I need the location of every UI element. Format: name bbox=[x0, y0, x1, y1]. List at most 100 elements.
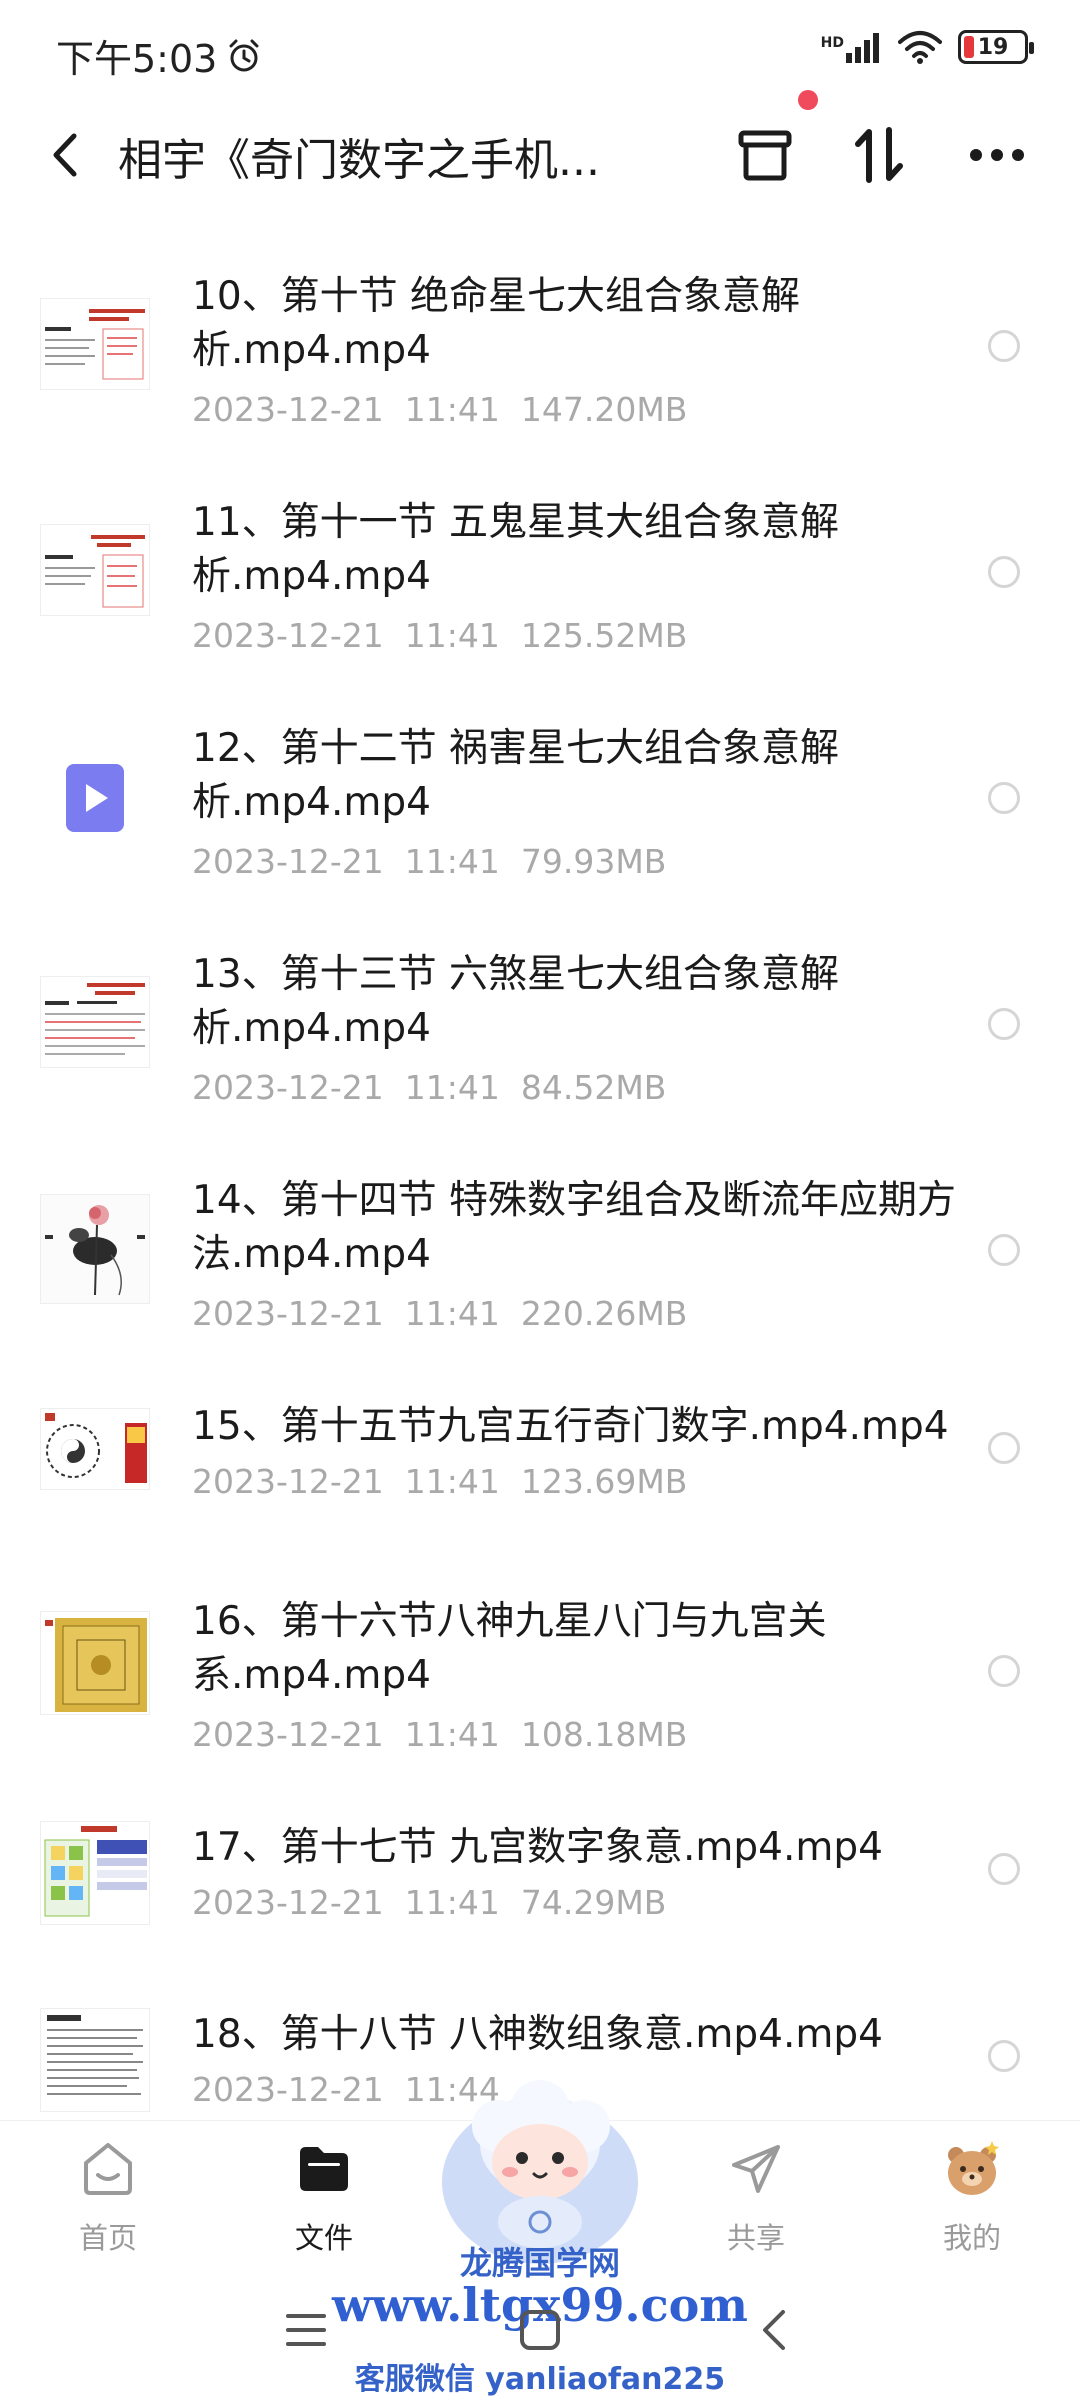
file-date: 2023-12-21 bbox=[192, 2070, 384, 2109]
file-name: 13、第十三节 六煞星七大组合象意解析.mp4.mp4 bbox=[192, 952, 840, 1051]
file-time: 11:41 bbox=[404, 1294, 500, 1333]
file-size: 74.29MB bbox=[520, 1883, 667, 1922]
file-time: 11:41 bbox=[404, 1715, 500, 1754]
file-size: 220.26MB bbox=[520, 1294, 688, 1333]
status-time: 下午5:03 bbox=[56, 37, 218, 81]
select-radio[interactable] bbox=[988, 1008, 1020, 1040]
file-thumbnail bbox=[64, 762, 126, 834]
file-size: 108.18MB bbox=[520, 1715, 688, 1754]
back-chevron-icon bbox=[763, 2310, 785, 2350]
page-title: 相宇《奇门数字之手机... bbox=[118, 135, 600, 186]
back-arrow-icon bbox=[53, 133, 77, 177]
more-options-button[interactable] bbox=[960, 118, 1034, 192]
gold-chart-icon bbox=[41, 1612, 149, 1714]
file-thumbnail bbox=[40, 1611, 150, 1715]
file-time: 11:41 bbox=[404, 1068, 500, 1107]
file-meta: 2023-12-21 11:41 79.93MB bbox=[192, 842, 666, 881]
list-item[interactable]: 11、第十一节 五鬼星其大组合象意解析.mp4.mp4 2023-12-21 1… bbox=[0, 496, 1080, 696]
file-date: 2023-12-21 bbox=[192, 1068, 384, 1107]
file-meta: 2023-12-21 11:41 220.26MB bbox=[192, 1294, 687, 1333]
file-size: 123.69MB bbox=[520, 1462, 688, 1501]
file-date: 2023-12-21 bbox=[192, 390, 384, 429]
grid-chart-icon bbox=[41, 1822, 149, 1924]
lotus-painting-icon bbox=[41, 1195, 149, 1303]
file-date: 2023-12-21 bbox=[192, 1715, 384, 1754]
list-item[interactable]: 12、第十二节 祸害星七大组合象意解析.mp4.mp4 2023-12-21 1… bbox=[0, 722, 1080, 922]
file-name: 12、第十二节 祸害星七大组合象意解析.mp4.mp4 bbox=[192, 726, 840, 825]
list-item[interactable]: 15、第十五节九宫五行奇门数字.mp4.mp4 2023-12-21 11:41… bbox=[0, 1400, 1080, 1550]
sort-arrows-icon bbox=[855, 127, 903, 183]
file-meta: 2023-12-21 11:41 147.20MB bbox=[192, 390, 687, 429]
file-name: 15、第十五节九宫五行奇门数字.mp4.mp4 bbox=[192, 1404, 949, 1449]
select-radio[interactable] bbox=[988, 1655, 1020, 1687]
select-radio[interactable] bbox=[988, 556, 1020, 588]
list-item[interactable]: 14、第十四节 特殊数字组合及断流年应期方法.mp4.mp4 2023-12-2… bbox=[0, 1174, 1080, 1374]
file-time: 11:41 bbox=[404, 1883, 500, 1922]
file-thumbnail bbox=[40, 976, 150, 1068]
file-thumbnail bbox=[40, 298, 150, 390]
file-size: 125.52MB bbox=[520, 616, 688, 655]
file-time: 11:41 bbox=[404, 616, 500, 655]
back-button[interactable] bbox=[40, 122, 90, 188]
file-date: 2023-12-21 bbox=[192, 1462, 384, 1501]
status-bar: 下午5:03 HD 19 bbox=[0, 0, 1080, 100]
home-icon bbox=[84, 2143, 132, 2195]
system-menu-button[interactable] bbox=[276, 2300, 336, 2360]
folder-icon bbox=[300, 2147, 348, 2191]
network-hd-label: HD bbox=[820, 35, 844, 51]
system-back-button[interactable] bbox=[744, 2300, 804, 2360]
file-name: 17、第十七节 九宫数字象意.mp4.mp4 bbox=[192, 1825, 883, 1870]
file-meta: 2023-12-21 11:41 74.29MB bbox=[192, 1883, 666, 1922]
file-thumbnail bbox=[40, 1821, 150, 1925]
list-item[interactable]: 17、第十七节 九宫数字象意.mp4.mp4 2023-12-21 11:41 … bbox=[0, 1821, 1080, 1971]
file-meta: 2023-12-21 11:41 84.52MB bbox=[192, 1068, 666, 1107]
notification-dot bbox=[798, 90, 818, 110]
list-item[interactable]: 16、第十六节八神九星八门与九宫关系.mp4.mp4 2023-12-21 11… bbox=[0, 1595, 1080, 1795]
file-date: 2023-12-21 bbox=[192, 1294, 384, 1333]
select-radio[interactable] bbox=[988, 1853, 1020, 1885]
file-time: 11:41 bbox=[404, 842, 500, 881]
select-radio[interactable] bbox=[988, 1432, 1020, 1464]
file-date: 2023-12-21 bbox=[192, 1883, 384, 1922]
file-size: 147.20MB bbox=[520, 390, 688, 429]
file-date: 2023-12-21 bbox=[192, 842, 384, 881]
select-radio[interactable] bbox=[988, 782, 1020, 814]
file-date: 2023-12-21 bbox=[192, 616, 384, 655]
list-item[interactable]: 10、第十节 绝命星七大组合象意解析.mp4.mp4 2023-12-21 11… bbox=[0, 270, 1080, 470]
menu-lines-icon bbox=[286, 2314, 326, 2346]
file-meta: 2023-12-21 11:41 123.69MB bbox=[192, 1462, 687, 1501]
file-time: 11:41 bbox=[404, 390, 500, 429]
file-meta: 2023-12-21 11:41 108.18MB bbox=[192, 1715, 687, 1754]
video-file-icon bbox=[66, 764, 124, 832]
document-preview-icon bbox=[41, 525, 149, 615]
select-radio[interactable] bbox=[988, 1234, 1020, 1266]
file-size: 79.93MB bbox=[520, 842, 667, 881]
file-thumbnail bbox=[40, 2008, 150, 2112]
archive-button[interactable] bbox=[728, 118, 802, 192]
home-square-icon bbox=[520, 2310, 560, 2350]
file-size: 84.52MB bbox=[520, 1068, 667, 1107]
file-name: 16、第十六节八神九星八门与九宫关系.mp4.mp4 bbox=[192, 1599, 827, 1698]
battery-indicator: 19 bbox=[958, 30, 1034, 64]
file-time: 11:41 bbox=[404, 1462, 500, 1501]
file-name: 11、第十一节 五鬼星其大组合象意解析.mp4.mp4 bbox=[192, 500, 840, 599]
alarm-clock-icon bbox=[229, 39, 259, 71]
battery-level: 19 bbox=[977, 34, 1009, 60]
archive-box-icon bbox=[738, 130, 792, 181]
select-radio[interactable] bbox=[988, 330, 1020, 362]
select-radio[interactable] bbox=[988, 2040, 1020, 2072]
document-preview-icon bbox=[41, 299, 149, 389]
more-dots-icon bbox=[970, 149, 1024, 161]
file-thumbnail bbox=[40, 1194, 150, 1304]
status-time-group: 下午5:03 bbox=[56, 28, 263, 83]
file-meta: 2023-12-21 11:41 125.52MB bbox=[192, 616, 687, 655]
list-item[interactable]: 13、第十三节 六煞星七大组合象意解析.mp4.mp4 2023-12-21 1… bbox=[0, 948, 1080, 1148]
bagua-diagram-icon bbox=[41, 1409, 149, 1489]
watermark-contact: 客服微信 yanliaofan225 bbox=[354, 2362, 726, 2397]
system-home-button[interactable] bbox=[510, 2300, 570, 2360]
sort-button[interactable] bbox=[842, 118, 916, 192]
status-icons: HD 19 bbox=[821, 30, 1034, 64]
signal-group: HD bbox=[821, 31, 882, 63]
file-thumbnail bbox=[40, 524, 150, 616]
file-name: 14、第十四节 特殊数字组合及断流年应期方法.mp4.mp4 bbox=[192, 1178, 957, 1277]
